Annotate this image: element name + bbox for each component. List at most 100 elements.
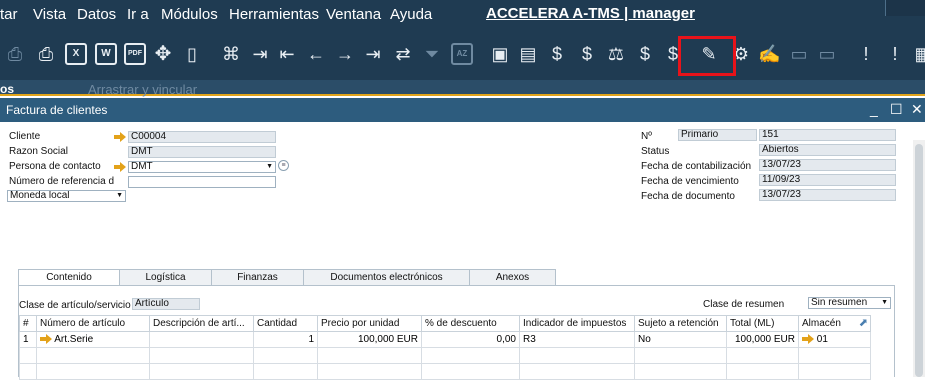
list-icon[interactable]: ≡ (278, 160, 289, 171)
menu-ventana[interactable]: Ventana (326, 6, 381, 23)
refresh-icon[interactable]: ⇄ (392, 43, 414, 65)
print-icon[interactable]: ⎙ (35, 43, 57, 65)
column-header[interactable]: Descripción de artí... (149, 315, 254, 332)
descuento-cell[interactable]: 0,00 (421, 331, 520, 348)
balance-icon[interactable]: ⚖ (605, 43, 627, 65)
tab-contenido[interactable]: Contenido (18, 269, 120, 286)
menu-ir-a[interactable]: Ir a (127, 6, 149, 23)
almacen-cell[interactable]: 01 (798, 331, 871, 348)
window-control-button[interactable] (885, 0, 925, 16)
total-cell[interactable]: 100,000 EUR (726, 331, 799, 348)
impuesto-cell[interactable]: R3 (519, 331, 635, 348)
approve-doc-icon[interactable]: ✍ (758, 43, 780, 65)
currency-icon[interactable]: $ (576, 43, 598, 65)
column-header[interactable]: Cantidad (253, 315, 318, 332)
clase-articulo-field[interactable]: Artículo (132, 298, 200, 310)
message-icon[interactable]: ▭ (788, 43, 810, 65)
word-icon[interactable]: W (95, 43, 117, 65)
tab-anexos[interactable]: Anexos (469, 269, 556, 286)
referencia-field[interactable] (128, 176, 276, 188)
retencion-cell[interactable]: No (634, 331, 727, 348)
menu-datos[interactable]: Datos (77, 6, 116, 23)
chevron-down-icon[interactable]: ▼ (116, 191, 123, 201)
menu-ayuda[interactable]: Ayuda (390, 6, 432, 23)
menu-partial[interactable]: tar (0, 6, 18, 23)
fecha-documento-field[interactable]: 13/07/23 (759, 189, 896, 201)
empty-cell (634, 347, 727, 364)
add-icon[interactable]: ⇥ (249, 43, 271, 65)
serie-field[interactable]: Primario (678, 129, 757, 141)
table-row[interactable] (19, 347, 871, 364)
print-preview-icon[interactable]: ⎙ (4, 43, 26, 65)
first-record-icon[interactable]: ⇤ (276, 43, 298, 65)
empty-cell (253, 347, 318, 364)
articulo-cell[interactable]: Art.Serie (36, 331, 150, 348)
status-field[interactable]: Abiertos (759, 144, 896, 156)
numero-field[interactable]: 151 (759, 129, 896, 141)
scrollbar-thumb[interactable] (915, 144, 923, 377)
contabilizacion-field[interactable]: 13/07/23 (759, 159, 896, 171)
chevron-down-icon[interactable]: ▼ (266, 162, 273, 172)
calendar-icon[interactable]: ▦ (912, 43, 925, 65)
descripcion-cell[interactable] (149, 331, 254, 348)
link-arrow-icon[interactable] (40, 334, 52, 345)
minimize-icon[interactable]: _ (870, 101, 878, 117)
link-arrow-icon[interactable] (802, 334, 814, 345)
vencimiento-field[interactable]: 11/09/23 (759, 174, 896, 186)
payment-doc-icon[interactable]: $ (546, 43, 568, 65)
razon-social-field[interactable]: DMT (128, 146, 276, 158)
cantidad-cell[interactable]: 1 (253, 331, 318, 348)
chat-icon[interactable]: ▭ (816, 43, 838, 65)
base-document-icon[interactable]: ▣ (489, 43, 511, 65)
filter-icon[interactable]: ⏷ (421, 43, 443, 65)
column-header[interactable]: Sujeto a retención (634, 315, 727, 332)
vencimiento-label: Fecha de vencimiento (641, 176, 739, 187)
chevron-down-icon[interactable]: ▼ (881, 298, 888, 308)
table-row[interactable]: 1 Art.Serie 1 100,000 EUR 0,00 R3 No 100… (19, 331, 871, 348)
empty-cell (726, 347, 799, 364)
column-header[interactable]: Precio por unidad (317, 315, 422, 332)
table-header-row: # Número de artículo Descripción de artí… (19, 315, 871, 332)
invoice-icon[interactable]: $ (634, 43, 656, 65)
column-header[interactable]: Indicador de impuestos (519, 315, 635, 332)
next-record-icon[interactable]: → (334, 43, 356, 65)
excel-icon[interactable]: X (65, 43, 87, 65)
target-document-icon[interactable]: ▤ (517, 43, 539, 65)
tab-logistica[interactable]: Logística (119, 269, 212, 286)
find-icon[interactable]: ⌘ (220, 43, 242, 65)
table-row[interactable] (19, 363, 871, 380)
link-arrow-icon[interactable] (114, 132, 126, 142)
drag-and-link-link[interactable]: Arrastrar y vincular (88, 82, 197, 97)
referencia-label: Número de referencia d (9, 176, 115, 187)
sort-icon[interactable]: AZ (451, 43, 473, 65)
precio-cell[interactable]: 100,000 EUR (317, 331, 422, 348)
clase-resumen-select[interactable]: Sin resumen ▼ (808, 297, 891, 309)
column-header[interactable]: Número de artículo (36, 315, 150, 332)
menu-modulos[interactable]: Módulos (161, 6, 218, 23)
tab-documentos-electronicos[interactable]: Documentos electrónicos (303, 269, 470, 286)
column-header[interactable]: Almacén ⬈ (798, 315, 871, 332)
maximize-icon[interactable]: ☐ (890, 101, 903, 118)
column-header[interactable]: % de descuento (421, 315, 520, 332)
column-header[interactable]: # (19, 315, 37, 332)
cliente-field[interactable]: C00004 (128, 131, 276, 143)
close-icon[interactable]: ✕ (911, 101, 923, 118)
alert-doc-icon[interactable]: ! (855, 43, 877, 65)
column-header[interactable]: Total (ML) (726, 315, 799, 332)
navigation-strip: os Arrastrar y vincular (0, 80, 925, 97)
pdf-icon[interactable]: PDF (124, 43, 146, 65)
vertical-scrollbar[interactable] (913, 140, 925, 377)
warning-doc-icon[interactable]: ! (884, 43, 906, 65)
menu-vista[interactable]: Vista (33, 6, 66, 23)
last-record-icon[interactable]: ⇥ (362, 43, 384, 65)
contacto-select[interactable]: DMT ▼ (128, 161, 276, 173)
tab-finanzas[interactable]: Finanzas (211, 269, 304, 286)
menu-herramientas[interactable]: Herramientas (229, 6, 319, 23)
move-icon[interactable]: ✥ (152, 43, 174, 65)
expand-icon[interactable]: ⬈ (859, 316, 868, 329)
moneda-select[interactable]: Moneda local ▼ (7, 190, 126, 202)
almacen-header-label: Almacén (802, 318, 841, 329)
lock-doc-icon[interactable]: ▯ (181, 43, 203, 65)
previous-record-icon[interactable]: ← (305, 43, 327, 65)
link-arrow-icon[interactable] (114, 162, 126, 172)
